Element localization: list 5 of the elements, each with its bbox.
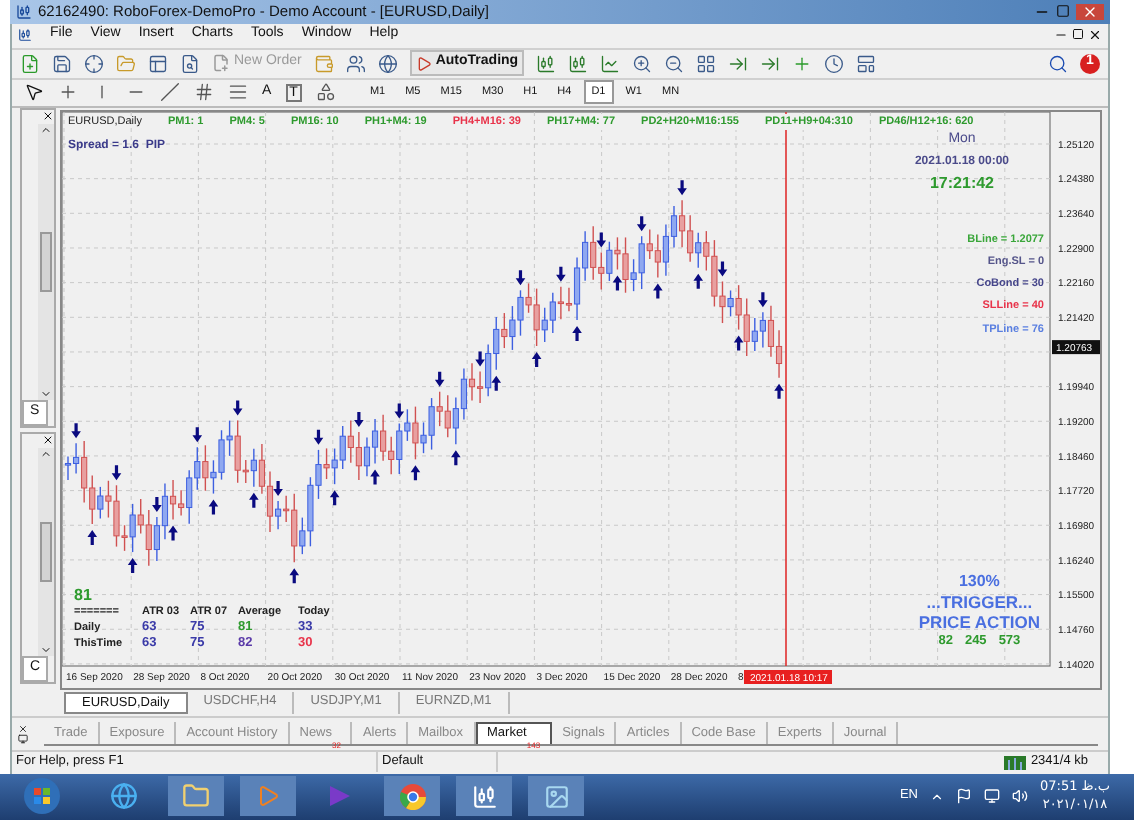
- atr-total: 81: [74, 587, 94, 604]
- price-action-label: PRICE ACTION: [918, 611, 1040, 632]
- clock-label: 17:21:42: [929, 172, 995, 197]
- trigger-percent: 130%: [958, 571, 1000, 592]
- trigger-label: ...TRIGGER...: [926, 591, 1033, 612]
